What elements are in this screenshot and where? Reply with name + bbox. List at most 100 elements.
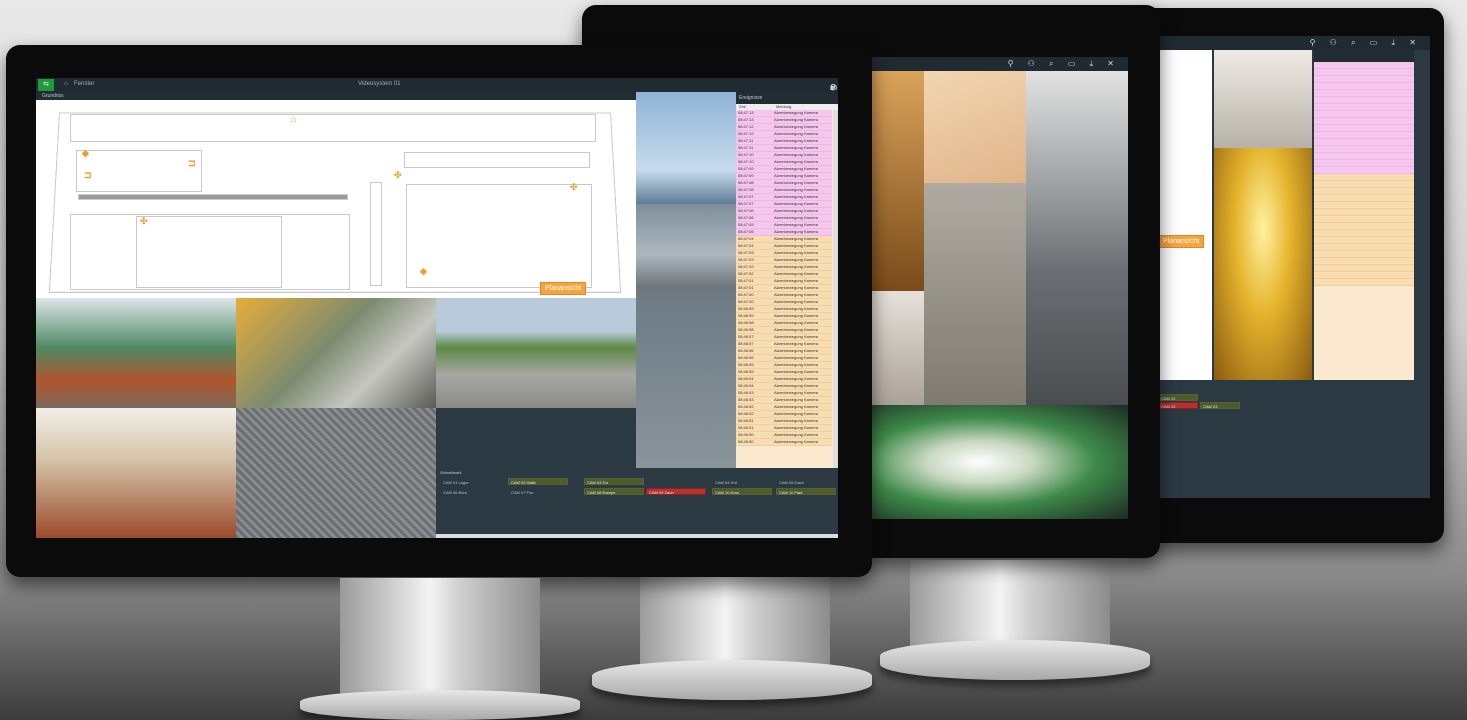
- alarm-cell[interactable]: CAM 01 Lager: [440, 478, 500, 485]
- column-message[interactable]: Meldung: [776, 104, 791, 109]
- event-log-row[interactable]: 08:47:00 Alarmbewegung Kamera: [736, 299, 832, 306]
- camera-tile-wind-turbine[interactable]: [636, 92, 736, 204]
- event-log-row[interactable]: 08:46:59 Alarmbewegung Kamera: [736, 306, 832, 313]
- event-log-row[interactable]: 08:47:09 Alarmbewegung Kamera: [736, 173, 832, 180]
- event-log-row[interactable]: 08:46:53 Alarmbewegung Kamera: [736, 390, 832, 397]
- camera-tile-office[interactable]: [36, 408, 236, 538]
- event-log-scrollbar[interactable]: [833, 110, 838, 468]
- event-log-row[interactable]: 08:46:53 Alarmbewegung Kamera: [736, 397, 832, 404]
- event-log-row[interactable]: 08:47:09 Alarmbewegung Kamera: [736, 166, 832, 173]
- camera-tile-construction[interactable]: [236, 408, 436, 538]
- event-log-row[interactable]: 08:47:08 Alarmbewegung Kamera: [736, 187, 832, 194]
- event-log-row[interactable]: 08:46:57 Alarmbewegung Kamera: [736, 334, 832, 341]
- event-log-row[interactable]: 08:47:11 Alarmbewegung Kamera: [736, 138, 832, 145]
- alarm-cell[interactable]: CAM 11 Park: [776, 488, 836, 495]
- event-log-row[interactable]: 08:47:01 Alarmbewegung Kamera: [736, 285, 832, 292]
- event-log-row[interactable]: 08:46:52 Alarmbewegung Kamera: [736, 411, 832, 418]
- event-log-row[interactable]: 08:47:11 Alarmbewegung Kamera: [736, 145, 832, 152]
- door-marker-icon[interactable]: ⊐: [188, 158, 196, 169]
- event-log-row[interactable]: 08:47:00 Alarmbewegung Kamera: [736, 292, 832, 299]
- event-log-row[interactable]: 08:46:50 Alarmbewegung Kamera: [736, 432, 832, 439]
- camera-tile-crosswalk[interactable]: [636, 288, 736, 468]
- event-log-row[interactable]: 08:47:05 Alarmbewegung Kamera: [736, 222, 832, 229]
- camera-tile-wheels[interactable]: [1214, 50, 1312, 148]
- close-icon[interactable]: ✕: [830, 83, 838, 92]
- event-log-row[interactable]: 08:46:57 Alarmbewegung Kamera: [736, 341, 832, 348]
- event-log-row[interactable]: 08:47:06 Alarmbewegung Kamera: [736, 215, 832, 222]
- event-log-row[interactable]: 08:47:07 Alarmbewegung Kamera: [736, 194, 832, 201]
- event-log-row[interactable]: 08:47:04 Alarmbewegung Kamera: [736, 236, 832, 243]
- camera-tile-warehouse[interactable]: [872, 71, 924, 291]
- event-log-row[interactable]: 08:46:56 Alarmbewegung Kamera: [736, 355, 832, 362]
- camera-cluster-icon[interactable]: ✣: [394, 170, 402, 181]
- alarm-cell[interactable]: CAM 07 Flur: [508, 488, 568, 495]
- event-log-row[interactable]: 08:47:08 Alarmbewegung Kamera: [736, 180, 832, 187]
- column-time[interactable]: Zeit: [739, 104, 746, 109]
- alarm-cell[interactable]: CAM 23: [1200, 402, 1240, 409]
- alarm-cell[interactable]: CAM 09 Zaun: [646, 488, 706, 495]
- camera-tile-crane-aerial[interactable]: [236, 298, 436, 408]
- alarm-cell[interactable]: CAM 08 Rampe: [584, 488, 644, 495]
- camera-tile-subway[interactable]: [1026, 71, 1128, 405]
- event-log-row[interactable]: 08:47:02 Alarmbewegung Kamera: [736, 264, 832, 271]
- event-log-row[interactable]: 08:46:51 Alarmbewegung Kamera: [736, 418, 832, 425]
- event-log-row[interactable]: 08:47:13 Alarmbewegung Kamera: [736, 117, 832, 124]
- event-log-row[interactable]: 08:47:02 Alarmbewegung Kamera: [736, 271, 832, 278]
- camera-cluster-icon[interactable]: ✣: [140, 216, 148, 227]
- event-log-row[interactable]: 08:47:12 Alarmbewegung Kamera: [736, 124, 832, 131]
- event-log-row[interactable]: 08:46:50 Alarmbewegung Kamera: [736, 439, 832, 446]
- event-log-row[interactable]: 08:47:07 Alarmbewegung Kamera: [736, 201, 832, 208]
- alarm-cell[interactable]: CAM 10 Kran: [712, 488, 772, 495]
- event-log-row[interactable]: 08:47:04 Alarmbewegung Kamera: [736, 243, 832, 250]
- event-log-row[interactable]: 08:47:05 Alarmbewegung Kamera: [736, 229, 832, 236]
- camera-tile-tunnel[interactable]: [872, 405, 1128, 519]
- event-log-row[interactable]: 08:47:03 Alarmbewegung Kamera: [736, 257, 832, 264]
- alarm-cell[interactable]: CAM 04 Hof: [712, 478, 772, 485]
- event-log-row[interactable]: 08:47:10 Alarmbewegung Kamera: [736, 159, 832, 166]
- door-marker-icon[interactable]: ⊐: [84, 170, 92, 181]
- event-log-row[interactable]: 08:47:13 Alarmbewegung Kamera: [736, 110, 832, 117]
- event-log-row[interactable]: 08:46:58 Alarmbewegung Kamera: [736, 327, 832, 334]
- event-log-tab[interactable]: Ereignisse: [739, 95, 762, 101]
- event-log-row[interactable]: 08:46:54 Alarmbewegung Kamera: [736, 383, 832, 390]
- camera-tile-bicycles[interactable]: [924, 183, 1026, 405]
- alarm-cell[interactable]: CAM 21: [1158, 394, 1198, 401]
- event-log-row[interactable]: 08:47:01 Alarmbewegung Kamera: [736, 278, 832, 285]
- event-log-row[interactable]: 08:46:54 Alarmbewegung Kamera: [736, 376, 832, 383]
- camera-tile-umbrella-street[interactable]: [636, 204, 736, 288]
- event-log-row[interactable]: 08:46:51 Alarmbewegung Kamera: [736, 425, 832, 432]
- camera-cluster-icon[interactable]: ✣: [570, 182, 578, 193]
- event-log-row[interactable]: 08:47:10 Alarmbewegung Kamera: [736, 152, 832, 159]
- floor-plan-badge[interactable]: Planansicht: [540, 282, 587, 295]
- event-log-row[interactable]: 08:46:59 Alarmbewegung Kamera: [736, 313, 832, 320]
- floor-plan[interactable]: ⌂ ◆ ⊐ ⊐ ✣ ✣ ✣ ◆ Planansicht: [36, 100, 636, 298]
- camera-marker-icon[interactable]: ◆: [420, 266, 427, 277]
- toolbar-icons[interactable]: ⚲ ⚇ ⌕ ▭ ⤓ ✕: [1008, 59, 1120, 69]
- floor-plan-partial[interactable]: Planansicht: [1154, 50, 1212, 380]
- toolbar-icons[interactable]: ⚲ ⚇ ⌕ ▭ ⤓ ✕: [1310, 38, 1422, 48]
- alarm-cell[interactable]: CAM 02 Halle: [508, 478, 568, 485]
- alarm-cell[interactable]: CAM 05 Dach: [776, 478, 836, 485]
- camera-marker-icon[interactable]: ◆: [82, 148, 89, 159]
- camera-tile-helicopter[interactable]: [436, 298, 636, 408]
- camera-tile-containers[interactable]: [36, 298, 236, 408]
- event-log-row[interactable]: 08:47:12 Alarmbewegung Kamera: [736, 131, 832, 138]
- camera-tile-racetrack[interactable]: [924, 71, 1026, 183]
- tab-label[interactable]: Fenster: [74, 81, 94, 87]
- event-log-row[interactable]: 08:46:52 Alarmbewegung Kamera: [736, 404, 832, 411]
- camera-tile-corridor[interactable]: [1214, 148, 1312, 380]
- camera-marker-icon[interactable]: ⌂: [291, 114, 296, 124]
- event-log-row[interactable]: 08:46:55 Alarmbewegung Kamera: [736, 362, 832, 369]
- event-log[interactable]: Ereignisse Zeit Meldung 08:47:13 Alarmbew…: [736, 92, 838, 468]
- event-log-row[interactable]: 08:46:55 Alarmbewegung Kamera: [736, 369, 832, 376]
- event-log-row[interactable]: 08:47:03 Alarmbewegung Kamera: [736, 250, 832, 257]
- app-logo-button[interactable]: ⇆: [38, 79, 54, 91]
- alarm-cell[interactable]: CAM 06 Büro: [440, 488, 500, 495]
- event-log-row[interactable]: 08:46:56 Alarmbewegung Kamera: [736, 348, 832, 355]
- event-log-row[interactable]: 08:46:58 Alarmbewegung Kamera: [736, 320, 832, 327]
- camera-tile-pale[interactable]: [872, 291, 924, 405]
- alarm-cell[interactable]: CAM 03 Tor: [584, 478, 644, 485]
- alarm-cell[interactable]: CAM 22: [1158, 402, 1198, 409]
- home-icon[interactable]: ⌂: [64, 81, 68, 87]
- floor-plan-badge[interactable]: Planansicht: [1158, 235, 1205, 248]
